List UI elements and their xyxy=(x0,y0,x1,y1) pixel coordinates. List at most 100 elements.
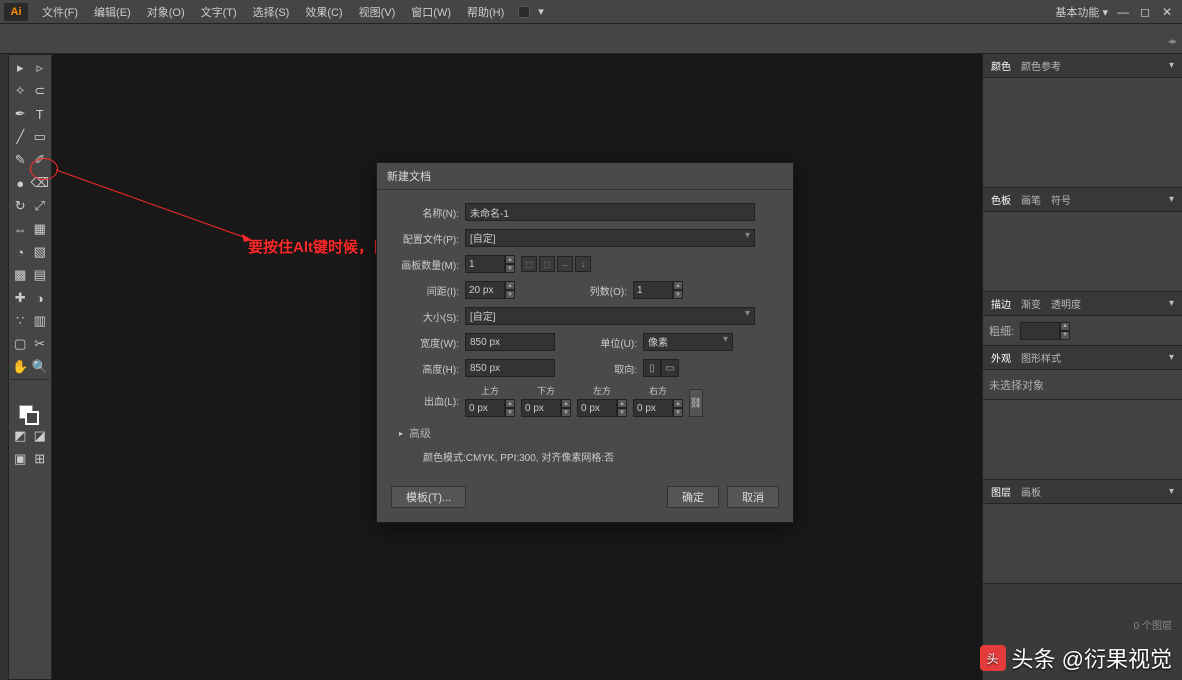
units-label: 单位(U): xyxy=(595,335,643,350)
width-label: 宽度(W): xyxy=(391,335,465,350)
window-minimize[interactable]: — xyxy=(1112,4,1134,20)
menu-edit[interactable]: 编辑(E) xyxy=(86,4,139,20)
templates-button[interactable]: 模板(T)... xyxy=(391,486,466,508)
artboards-input[interactable]: 1▲▼ xyxy=(465,255,515,273)
window-close[interactable]: ✕ xyxy=(1156,4,1178,20)
menu-object[interactable]: 对象(O) xyxy=(139,4,193,20)
bleed-right-input[interactable]: 0 px▲▼ xyxy=(633,399,683,417)
watermark-icon: 头 xyxy=(980,645,1006,671)
draw-mode-icon[interactable]: ◪ xyxy=(31,425,50,447)
rectangle-tool-icon[interactable]: ▭ xyxy=(31,126,50,148)
toolbox: ▸ ▹ ✧ ⊂ ✒ T ╱ ▭ ✎ ✐ ● ⌫ ↻ ⤢ ⇔ ▦ ◔ ▧ ▩ ▤ … xyxy=(8,54,52,680)
artboard-tool-icon[interactable]: ▢ xyxy=(11,333,30,355)
advanced-toggle[interactable]: ▸ 高级 xyxy=(399,425,779,441)
name-input[interactable] xyxy=(465,203,755,221)
panel-layers-tabs: 图层 画板 ▾ xyxy=(983,480,1182,504)
symbol-sprayer-tool-icon[interactable]: ∵ xyxy=(11,310,30,332)
shape-builder-tool-icon[interactable]: ◔ xyxy=(11,241,30,263)
menu-type[interactable]: 文字(T) xyxy=(193,4,245,20)
panel-menu-icon[interactable]: ▾ xyxy=(1169,60,1174,71)
width-tool-icon[interactable]: ⇔ xyxy=(11,218,30,240)
profile-select[interactable]: [自定] xyxy=(465,229,755,247)
magic-wand-tool-icon[interactable]: ✧ xyxy=(11,80,30,102)
rotate-tool-icon[interactable]: ↻ xyxy=(11,195,30,217)
line-tool-icon[interactable]: ╱ xyxy=(11,126,30,148)
panel-collapse-icon[interactable]: ◂▸ xyxy=(1168,36,1178,46)
tab-gradient[interactable]: 渐变 xyxy=(1021,296,1041,311)
tab-transparency[interactable]: 透明度 xyxy=(1051,296,1081,311)
panel-menu-icon[interactable]: ▾ xyxy=(1169,352,1174,363)
scale-tool-icon[interactable]: ⤢ xyxy=(31,195,50,217)
bleed-bottom-input[interactable]: 0 px▲▼ xyxy=(521,399,571,417)
units-select[interactable]: 像素 xyxy=(643,333,733,351)
stroke-weight-input[interactable]: ▲▼ xyxy=(1020,322,1070,340)
zoom-tool-icon[interactable]: 🔍 xyxy=(31,356,50,378)
ok-button[interactable]: 确定 xyxy=(667,486,719,508)
tab-layers[interactable]: 图层 xyxy=(991,484,1011,499)
panel-menu-icon[interactable]: ▾ xyxy=(1169,194,1174,205)
window-restore[interactable]: ◻ xyxy=(1134,4,1156,20)
artboard-arrange-buttons[interactable]: ⬚⬚→↓ xyxy=(521,256,591,272)
menu-window[interactable]: 窗口(W) xyxy=(403,4,459,20)
panel-menu-icon[interactable]: ▾ xyxy=(1169,486,1174,497)
watermark-text: 头条 @衍果视觉 xyxy=(1012,642,1172,674)
menu-file[interactable]: 文件(F) xyxy=(34,4,86,20)
blob-brush-tool-icon[interactable]: ● xyxy=(11,172,30,194)
new-document-dialog: 新建文档 名称(N): 配置文件(P): [自定] 画板数量(M): 1▲▼ ⬚… xyxy=(376,162,794,523)
cancel-button[interactable]: 取消 xyxy=(727,486,779,508)
panel-stroke-tabs: 描边 渐变 透明度 ▾ xyxy=(983,292,1182,316)
panel-appearance-list[interactable] xyxy=(983,400,1182,480)
orientation-portrait-icon[interactable]: ▯ xyxy=(643,359,661,377)
bleed-top-input[interactable]: 0 px▲▼ xyxy=(465,399,515,417)
bleed-link-icon[interactable]: ⛓ xyxy=(689,389,703,417)
eyedropper-tool-icon[interactable]: ✚ xyxy=(11,287,30,309)
menu-help[interactable]: 帮助(H) xyxy=(459,4,512,20)
tab-brushes[interactable]: 画笔 xyxy=(1021,192,1041,207)
tab-appearance[interactable]: 外观 xyxy=(991,350,1011,365)
panel-color-body[interactable] xyxy=(983,78,1182,188)
tab-artboards[interactable]: 画板 xyxy=(1021,484,1041,499)
width-input[interactable] xyxy=(465,333,555,351)
pen-tool-icon[interactable]: ✒ xyxy=(11,103,30,125)
panel-swatches-body[interactable] xyxy=(983,212,1182,292)
menu-select[interactable]: 选择(S) xyxy=(245,4,298,20)
panel-menu-icon[interactable]: ▾ xyxy=(1169,298,1174,309)
tab-stroke[interactable]: 描边 xyxy=(991,296,1011,311)
spacing-input[interactable]: 20 px▲▼ xyxy=(465,281,515,299)
size-label: 大小(S): xyxy=(391,309,465,324)
panel-appearance-tabs: 外观 图形样式 ▾ xyxy=(983,346,1182,370)
selection-tool-icon[interactable]: ▸ xyxy=(11,57,30,79)
tab-swatches[interactable]: 色板 xyxy=(991,192,1011,207)
change-screen-icon[interactable]: ⊞ xyxy=(31,448,50,470)
panel-layers-body[interactable] xyxy=(983,504,1182,584)
perspective-tool-icon[interactable]: ▧ xyxy=(31,241,50,263)
free-transform-tool-icon[interactable]: ▦ xyxy=(31,218,50,240)
direct-selection-tool-icon[interactable]: ▹ xyxy=(31,57,50,79)
height-input[interactable] xyxy=(465,359,555,377)
panel-appearance-body: 未选择对象 xyxy=(983,370,1182,400)
graph-tool-icon[interactable]: ▥ xyxy=(31,310,50,332)
tab-symbols[interactable]: 符号 xyxy=(1051,192,1071,207)
blend-tool-icon[interactable]: ◑ xyxy=(31,287,50,309)
size-select[interactable]: [自定] xyxy=(465,307,755,325)
screen-mode-icon[interactable]: ▣ xyxy=(11,448,30,470)
lasso-tool-icon[interactable]: ⊂ xyxy=(31,80,50,102)
hand-tool-icon[interactable]: ✋ xyxy=(11,356,30,378)
paintbrush-tool-icon[interactable]: ✎ xyxy=(11,149,30,171)
mesh-tool-icon[interactable]: ▩ xyxy=(11,264,30,286)
tab-color-guide[interactable]: 颜色参考 xyxy=(1021,58,1061,73)
orientation-landscape-icon[interactable]: ▭ xyxy=(661,359,679,377)
tab-color[interactable]: 颜色 xyxy=(991,58,1011,73)
gradient-tool-icon[interactable]: ▤ xyxy=(31,264,50,286)
slice-tool-icon[interactable]: ✂ xyxy=(31,333,50,355)
arrange-docs-icon[interactable] xyxy=(518,6,530,18)
menu-extra[interactable]: ▾ xyxy=(530,5,552,18)
bleed-left-input[interactable]: 0 px▲▼ xyxy=(577,399,627,417)
color-mode-icon[interactable]: ◩ xyxy=(11,425,30,447)
tab-graphic-styles[interactable]: 图形样式 xyxy=(1021,350,1061,365)
type-tool-icon[interactable]: T xyxy=(31,103,50,125)
menu-view[interactable]: 视图(V) xyxy=(351,4,404,20)
cols-input[interactable]: 1▲▼ xyxy=(633,281,683,299)
workspace-switcher[interactable]: 基本功能 ▾ xyxy=(1055,4,1112,20)
menu-effect[interactable]: 效果(C) xyxy=(297,4,350,20)
